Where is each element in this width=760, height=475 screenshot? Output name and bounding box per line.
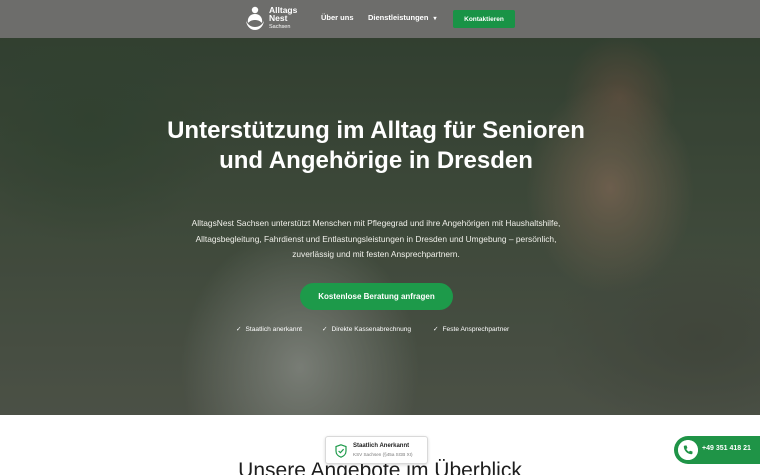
check-icon: ✓: [433, 326, 439, 333]
phone-number: +49 351 418 21: [702, 445, 751, 452]
phone-button[interactable]: +49 351 418 21: [674, 436, 760, 464]
feature-label: Feste Ansprechpartner: [442, 326, 510, 333]
hero-title: Unterstützung im Alltag für Senioren und…: [167, 117, 585, 174]
consultation-button[interactable]: Kostenlose Beratung anfragen: [300, 283, 453, 310]
feature-list: ✓ Staatlich anerkannt ✓ Direkte Kassenabre…: [0, 325, 760, 337]
feature-item: ✓ Staatlich anerkannt: [236, 325, 302, 333]
site-header: Alltags Nest Sachsen Über uns Dienstleis…: [0, 0, 760, 38]
badge-title: Staatlich Anerkannt: [353, 443, 410, 449]
nav-about[interactable]: Über uns: [321, 13, 354, 22]
logo-text: Alltags Nest Sachsen: [269, 5, 297, 31]
logo-line-3: Sachsen: [269, 23, 291, 30]
shield-check-icon: [335, 444, 347, 458]
feature-label: Staatlich anerkannt: [245, 326, 302, 333]
logo-line-2: Nest: [269, 12, 288, 23]
hero-section: Unterstützung im Alltag für Senioren und…: [0, 38, 760, 415]
phone-icon: [678, 440, 698, 460]
accreditation-badge: Staatlich Anerkannt KSV Sachsen (§45a SG…: [325, 436, 428, 464]
feature-item: ✓ Feste Ansprechpartner: [433, 325, 509, 333]
check-icon: ✓: [236, 326, 242, 333]
feature-label: Direkte Kassenabrechnung: [331, 326, 412, 333]
badge-subtitle: KSV Sachsen (§45a SGB XI): [353, 452, 413, 457]
hands-heart-icon: [246, 6, 264, 30]
feature-item: ✓ Direkte Kassenabrechnung: [322, 325, 411, 333]
nav-services[interactable]: Dienstleistungen ▾: [368, 13, 436, 22]
check-icon: ✓: [322, 326, 328, 333]
hero-description: AlltagsNest Sachsen unterstützt Menschen…: [191, 218, 561, 259]
chevron-down-icon: ▾: [433, 16, 437, 22]
nav-services-label: Dienstleistungen: [368, 13, 429, 22]
logo[interactable]: Alltags Nest Sachsen: [244, 4, 297, 32]
contact-button[interactable]: Kontaktieren: [453, 10, 515, 28]
